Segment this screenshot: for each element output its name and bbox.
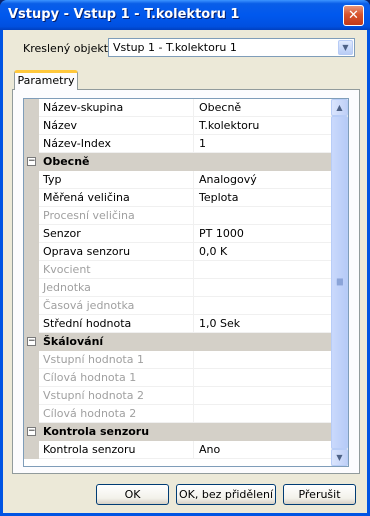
property-row[interactable]: Název-skupina Obecně: [24, 99, 331, 117]
property-row[interactable]: Senzor PT 1000: [24, 225, 331, 243]
category-label: Obecně: [43, 155, 90, 168]
tab-parametry[interactable]: Parametry: [14, 70, 78, 90]
property-row: Cílová hodnota 2: [24, 405, 331, 423]
property-name: Cílová hodnota 1: [39, 369, 194, 386]
collapse-icon[interactable]: −: [27, 337, 36, 346]
property-value[interactable]: Ano: [195, 441, 331, 458]
property-row[interactable]: Typ Analogový: [24, 171, 331, 189]
vertical-scrollbar[interactable]: ▲ ▬ ▬ ▬ ▼: [331, 99, 348, 466]
category-row[interactable]: − Kontrola senzoru: [24, 423, 331, 441]
property-value[interactable]: Teplota: [195, 189, 331, 206]
property-name: Jednotka: [39, 279, 194, 296]
row-gutter: [24, 243, 39, 261]
property-row: Vstupní hodnota 1: [24, 351, 331, 369]
property-row[interactable]: Název-Index 1: [24, 135, 331, 153]
object-selector-dropdown[interactable]: Vstup 1 - T.kolektoru 1 ▼: [108, 38, 355, 57]
property-value: [195, 279, 331, 296]
property-value: [195, 351, 331, 368]
property-name: Vstupní hodnota 2: [39, 387, 194, 404]
property-row: Jednotka: [24, 279, 331, 297]
object-selector-label: Kreslený objekt:: [23, 42, 112, 55]
property-name: Název: [39, 117, 194, 134]
row-gutter: [24, 297, 39, 315]
category-row[interactable]: − Obecně: [24, 153, 331, 171]
property-name: Vstupní hodnota 1: [39, 351, 194, 368]
row-gutter: [24, 279, 39, 297]
row-gutter: [24, 117, 39, 135]
collapse-icon[interactable]: −: [27, 427, 36, 436]
close-button[interactable]: ✕: [343, 5, 364, 26]
property-value: [195, 297, 331, 314]
property-grid: Název-skupina Obecně Název T.kolektoru Název…: [23, 98, 349, 467]
row-gutter: [24, 315, 39, 333]
property-name: Cílová hodnota 2: [39, 405, 194, 422]
row-gutter: [24, 189, 39, 207]
property-name: Procesní veličina: [39, 207, 194, 224]
property-value: [195, 405, 331, 422]
property-value[interactable]: PT 1000: [195, 225, 331, 242]
ok-no-assign-button[interactable]: OK, bez přidělení: [176, 484, 276, 505]
property-name: Oprava senzoru: [39, 243, 194, 260]
property-value[interactable]: Obecně: [195, 99, 331, 116]
property-name: Senzor: [39, 225, 194, 242]
window-title: Vstupy - Vstup 1 - T.kolektoru 1: [8, 7, 240, 22]
object-selector-value: Vstup 1 - T.kolektoru 1: [113, 41, 237, 54]
ok-button[interactable]: OK: [96, 484, 169, 505]
category-row[interactable]: − Škálování: [24, 333, 331, 351]
property-row: Vstupní hodnota 2: [24, 387, 331, 405]
row-gutter: [24, 261, 39, 279]
dialog-window: Vstupy - Vstup 1 - T.kolektoru 1 ✕ Kresl…: [0, 0, 370, 516]
row-gutter: [24, 171, 39, 189]
property-value[interactable]: 0,0 K: [195, 243, 331, 260]
property-row: Kvocient: [24, 261, 331, 279]
row-gutter: [24, 387, 39, 405]
property-value: [195, 369, 331, 386]
property-row[interactable]: Oprava senzoru 0,0 K: [24, 243, 331, 261]
property-name: Kontrola senzoru: [39, 441, 194, 458]
row-gutter: [24, 441, 39, 459]
collapse-icon[interactable]: −: [27, 157, 36, 166]
title-bar[interactable]: Vstupy - Vstup 1 - T.kolektoru 1 ✕: [0, 0, 370, 30]
property-name: Časová jednotka: [39, 297, 194, 314]
property-value[interactable]: 1,0 Sek: [195, 315, 331, 332]
category-label: Kontrola senzoru: [43, 425, 150, 438]
property-name: Střední hodnota: [39, 315, 194, 332]
property-value: [195, 261, 331, 278]
property-value: [195, 387, 331, 404]
scrollbar-grip-icon: ▬ ▬ ▬: [336, 275, 344, 288]
row-gutter: [24, 405, 39, 423]
property-row: Procesní veličina: [24, 207, 331, 225]
scroll-up-arrow-icon[interactable]: ▲: [331, 99, 348, 116]
property-name: Měřená veličina: [39, 189, 194, 206]
property-value: [195, 207, 331, 224]
property-name: Typ: [39, 171, 194, 188]
row-gutter: [24, 135, 39, 153]
cancel-button[interactable]: Přerušit: [283, 484, 356, 505]
property-row[interactable]: Název T.kolektoru: [24, 117, 331, 135]
tab-panel: Název-skupina Obecně Název T.kolektoru Název…: [12, 89, 360, 474]
scrollbar-thumb[interactable]: ▬ ▬ ▬: [331, 116, 348, 449]
property-value[interactable]: T.kolektoru: [195, 117, 331, 134]
property-row: Časová jednotka: [24, 297, 331, 315]
property-row[interactable]: Kontrola senzoru Ano: [24, 441, 331, 459]
property-name: Název-Index: [39, 135, 194, 152]
scroll-down-arrow-icon[interactable]: ▼: [331, 449, 348, 466]
row-gutter: [24, 351, 39, 369]
property-row: Cílová hodnota 1: [24, 369, 331, 387]
row-gutter: [24, 225, 39, 243]
row-gutter: [24, 99, 39, 117]
row-gutter: [24, 207, 39, 225]
category-label: Škálování: [43, 335, 104, 348]
property-name: Název-skupina: [39, 99, 194, 116]
property-row[interactable]: Měřená veličina Teplota: [24, 189, 331, 207]
dialog-client-area: Kreslený objekt: Vstup 1 - T.kolektoru 1…: [3, 30, 367, 513]
property-rows: Název-skupina Obecně Název T.kolektoru Název…: [24, 99, 331, 459]
property-value[interactable]: Analogový: [195, 171, 331, 188]
chevron-down-icon[interactable]: ▼: [338, 40, 353, 55]
row-gutter: [24, 369, 39, 387]
property-value[interactable]: 1: [195, 135, 331, 152]
property-row[interactable]: Střední hodnota 1,0 Sek: [24, 315, 331, 333]
property-name: Kvocient: [39, 261, 194, 278]
